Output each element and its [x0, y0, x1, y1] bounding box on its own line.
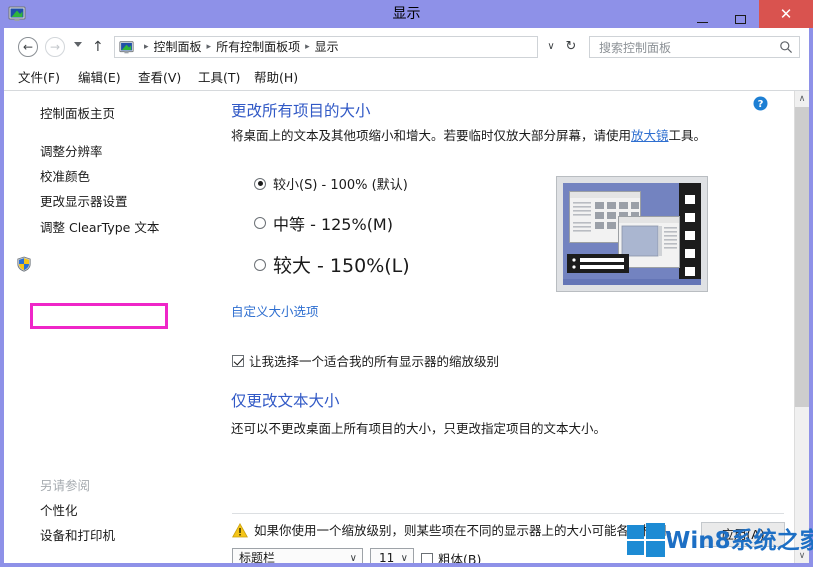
scroll-down-button[interactable]: ∨ [795, 548, 809, 563]
cleartype-highlight-box [30, 303, 168, 329]
breadcrumb-separator: ▸ [144, 42, 149, 52]
chevron-down-icon: ∨ [349, 553, 357, 563]
font-size-select-value: 11 [379, 551, 395, 563]
radio-label-smaller: 较小(S) - 100% (默认) [273, 178, 408, 193]
section-description-text-size-only: 还可以不更改桌面上所有项目的大小，只更改指定项目的文本大小。 [231, 421, 607, 436]
text-item-select[interactable]: 标题栏 ∨ [232, 548, 363, 563]
close-button[interactable]: ✕ [759, 0, 813, 28]
radio-indicator-larger[interactable] [254, 258, 266, 271]
warning-triangle-icon [232, 522, 248, 538]
breadcrumb-item-0[interactable]: 控制面板 [154, 37, 202, 57]
menu-view[interactable]: 查看(V) [138, 69, 181, 87]
checkbox-label-bold: 粗体(B) [438, 552, 482, 563]
font-size-select[interactable]: 11 ∨ [370, 548, 414, 563]
radio-option-medium[interactable]: 中等 - 125%(M) [254, 211, 393, 235]
description-text-after: 工具。 [668, 128, 707, 143]
breadcrumb-item-1[interactable]: 所有控制面板项 [216, 37, 300, 57]
address-monitor-icon [119, 40, 134, 55]
vertical-scrollbar[interactable]: ∧ ∨ [794, 91, 809, 563]
checkbox-indicator-bold[interactable] [421, 552, 433, 563]
preview-charm-item [685, 267, 695, 276]
address-bar[interactable]: ▸ 控制面板 ▸ 所有控制面板项 ▸ 显示 [114, 36, 538, 58]
help-icon[interactable]: ? [753, 96, 768, 111]
address-dropdown-icon[interactable]: ∨ [541, 36, 561, 58]
maximize-button[interactable] [721, 0, 759, 28]
sidebar-item-personalization[interactable]: 个性化 [40, 502, 78, 519]
menu-file[interactable]: 文件(F) [18, 69, 60, 87]
uac-shield-icon [16, 256, 32, 272]
section-description-change-size: 将桌面上的文本及其他项缩小和增大。若要临时仅放大部分屏幕，请使用放大镜工具。 [231, 127, 706, 145]
preview-desktop-strip [563, 279, 701, 285]
text-item-select-value: 标题栏 [239, 551, 276, 563]
radio-option-smaller[interactable]: 较小(S) - 100% (默认) [254, 174, 408, 193]
sidebar-item-calibrate-color[interactable]: 校准颜色 [40, 168, 90, 185]
preview-charm-item [685, 231, 695, 240]
apply-button[interactable]: 应用(A) [701, 522, 785, 547]
breadcrumb-separator: ▸ [206, 42, 212, 52]
refresh-icon[interactable]: ↻ [560, 36, 582, 58]
preview-charm-item [685, 195, 695, 204]
radio-indicator-medium[interactable] [254, 217, 266, 229]
sidebar-item-control-panel-home[interactable]: 控制面板主页 [40, 105, 115, 122]
breadcrumb: ▸ 控制面板 ▸ 所有控制面板项 ▸ 显示 [139, 37, 339, 57]
preview-charm-item [685, 213, 695, 222]
search-input[interactable] [597, 37, 771, 59]
scroll-up-button[interactable]: ∧ [795, 91, 809, 107]
radio-label-larger: 较大 - 150%(L) [273, 255, 410, 277]
preview-desktop [563, 183, 701, 285]
description-text-before: 将桌面上的文本及其他项缩小和增大。若要临时仅放大部分屏幕，请使用 [231, 128, 632, 143]
scrollbar-thumb[interactable] [795, 107, 809, 407]
recent-pages-dropdown-icon[interactable] [74, 42, 82, 47]
navigation-bar: ← → ↑ ▸ 控制面板 ▸ 所有控制面板项 ▸ 显示 ∨ ↻ [0, 28, 813, 66]
section-heading-change-size: 更改所有项目的大小 [231, 102, 371, 120]
preview-charm-item [685, 249, 695, 258]
forward-button[interactable]: → [45, 37, 65, 57]
sidebar-item-adjust-resolution[interactable]: 调整分辨率 [40, 143, 103, 160]
sidebar-item-devices-and-printers[interactable]: 设备和打印机 [40, 527, 115, 544]
title-bar: 显示 ✕ [0, 0, 813, 29]
back-button[interactable]: ← [18, 37, 38, 57]
search-icon[interactable] [779, 40, 793, 54]
close-icon: ✕ [779, 5, 793, 23]
checkbox-let-me-choose[interactable]: 让我选择一个适合我的所有显示器的缩放级别 [232, 351, 499, 370]
sidebar-item-change-display-settings[interactable]: 更改显示器设置 [40, 193, 128, 210]
breadcrumb-item-2[interactable]: 显示 [315, 37, 339, 57]
up-button[interactable]: ↑ [92, 38, 104, 56]
menu-edit[interactable]: 编辑(E) [78, 69, 121, 87]
window-border-right [809, 90, 813, 567]
checkbox-label-let-me-choose: 让我选择一个适合我的所有显示器的缩放级别 [249, 354, 500, 369]
minimize-icon [696, 22, 708, 23]
magnifier-link[interactable]: 放大镜 [631, 128, 669, 143]
display-settings-window: 显示 ✕ ← → ↑ ▸ 控制面板 ▸ 所有控制面板项 ▸ 显示 ∨ ↻ 搜索控… [0, 0, 813, 567]
section-heading-text-size-only: 仅更改文本大小 [231, 392, 340, 410]
warning-text: 如果你使用一个缩放级别，则某些项在不同的显示器上的大小可能各不相同。 [254, 523, 680, 538]
footer-divider [232, 513, 784, 514]
window-border-bottom [0, 563, 813, 567]
checkbox-indicator-let-me-choose[interactable] [232, 354, 244, 367]
menu-help[interactable]: 帮助(H) [254, 69, 298, 87]
menu-tools[interactable]: 工具(T) [198, 69, 240, 87]
sidebar-item-adjust-cleartype-text[interactable]: 调整 ClearType 文本 [40, 219, 159, 236]
maximize-icon [734, 14, 746, 24]
content-area: 控制面板主页 调整分辨率 校准颜色 更改显示器设置 调整 ClearType 文… [4, 90, 809, 563]
radio-indicator-smaller[interactable] [254, 177, 266, 190]
checkbox-bold[interactable]: 粗体(B) [421, 549, 481, 563]
svg-text:?: ? [758, 99, 764, 110]
menu-bar: 文件(F) 编辑(E) 查看(V) 工具(T) 帮助(H) [0, 66, 813, 90]
see-also-heading: 另请参阅 [40, 478, 91, 493]
radio-label-medium: 中等 - 125%(M) [273, 215, 393, 234]
chevron-down-icon: ∨ [400, 553, 408, 563]
minimize-button[interactable] [683, 0, 721, 28]
preview-taskbar-window [567, 254, 629, 273]
search-box[interactable] [589, 36, 800, 59]
custom-size-options-link[interactable]: 自定义大小选项 [231, 303, 319, 321]
breadcrumb-separator: ▸ [305, 42, 310, 52]
main-panel: ? 更改所有项目的大小 将桌面上的文本及其他项缩小和增大。若要临时仅放大部分屏幕… [224, 91, 795, 563]
radio-option-larger[interactable]: 较大 - 150%(L) [254, 251, 410, 278]
sidebar: 控制面板主页 调整分辨率 校准颜色 更改显示器设置 调整 ClearType 文… [4, 91, 224, 563]
display-preview-image [556, 176, 708, 292]
